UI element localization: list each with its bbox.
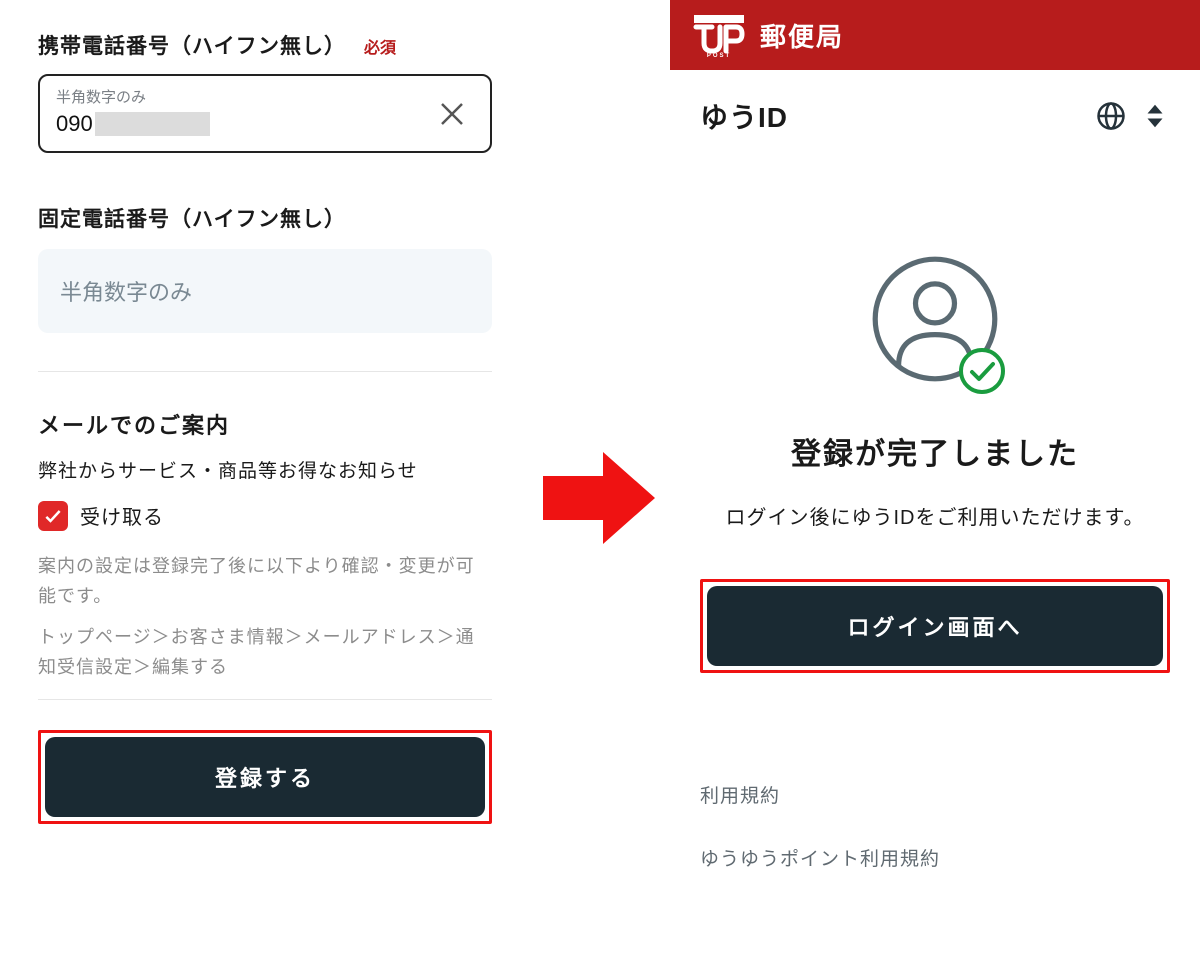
success-title: 登録が完了しました [700, 429, 1170, 473]
login-button[interactable]: ログイン画面へ [707, 586, 1163, 666]
subheader: ゆうID [670, 70, 1200, 154]
flow-arrow-icon [543, 452, 655, 544]
required-badge: 必須 [364, 34, 396, 58]
mobile-input-hint: 半角数字のみ [56, 86, 474, 107]
jp-header-title: 郵便局 [760, 17, 844, 54]
jp-header: POST 郵便局 [670, 0, 1200, 70]
success-avatar [870, 254, 1000, 389]
register-button[interactable]: 登録する [45, 737, 485, 817]
mobile-label: 携帯電話番号（ハイフン無し） [38, 30, 346, 60]
subheader-title: ゆうID [700, 96, 788, 136]
success-block: 登録が完了しました ログイン後にゆうIDをご利用いただけます。 ログイン画面へ [670, 154, 1200, 673]
footer-link-points-terms[interactable]: ゆうゆうポイント利用規約 [700, 826, 1170, 889]
expand-collapse-icon[interactable] [1140, 101, 1170, 131]
mobile-input[interactable]: 半角数字のみ 090 [38, 74, 492, 153]
receive-checkbox[interactable] [38, 501, 68, 531]
mobile-input-value: 090 [56, 111, 93, 137]
success-check-icon [958, 347, 1006, 395]
success-subtitle: ログイン後にゆうIDをご利用いただけます。 [700, 499, 1170, 537]
subheader-icons [1096, 101, 1170, 131]
mobile-field-row: 携帯電話番号（ハイフン無し） 必須 [38, 30, 492, 60]
landline-placeholder: 半角数字のみ [60, 280, 192, 305]
note-1: 案内の設定は登録完了後に以下より確認・変更が可能です。 [38, 551, 492, 612]
landline-label: 固定電話番号（ハイフン無し） [38, 203, 346, 233]
form-screen: 携帯電話番号（ハイフン無し） 必須 半角数字のみ 090 固定電話番号（ハイフン… [0, 0, 530, 963]
svg-text:POST: POST [707, 53, 731, 57]
mail-subtext: 弊社からサービス・商品等お得なお知らせ [38, 458, 492, 487]
checkbox-row: 受け取る [38, 501, 492, 531]
language-icon[interactable] [1096, 101, 1126, 131]
footer-links: 利用規約 ゆうゆうポイント利用規約 [670, 763, 1200, 889]
divider [38, 371, 492, 372]
landline-field-row: 固定電話番号（ハイフン無し） [38, 203, 492, 233]
masked-portion [95, 112, 210, 136]
confirmation-screen: POST 郵便局 ゆうID [670, 0, 1200, 963]
checkbox-label: 受け取る [80, 501, 164, 530]
mail-section-title: メールでのご案内 [38, 408, 492, 440]
register-button-highlight: 登録する [38, 730, 492, 824]
divider-2 [38, 699, 492, 700]
landline-input[interactable]: 半角数字のみ [38, 249, 492, 333]
note-2: トップページ＞お客さま情報＞メールアドレス＞通知受信設定＞編集する [38, 622, 492, 683]
clear-input-icon[interactable] [432, 94, 472, 134]
jp-post-logo-icon: POST [692, 13, 746, 57]
footer-link-terms[interactable]: 利用規約 [700, 763, 1170, 826]
login-button-highlight: ログイン画面へ [700, 579, 1170, 673]
mobile-input-value-row: 090 [56, 111, 474, 137]
